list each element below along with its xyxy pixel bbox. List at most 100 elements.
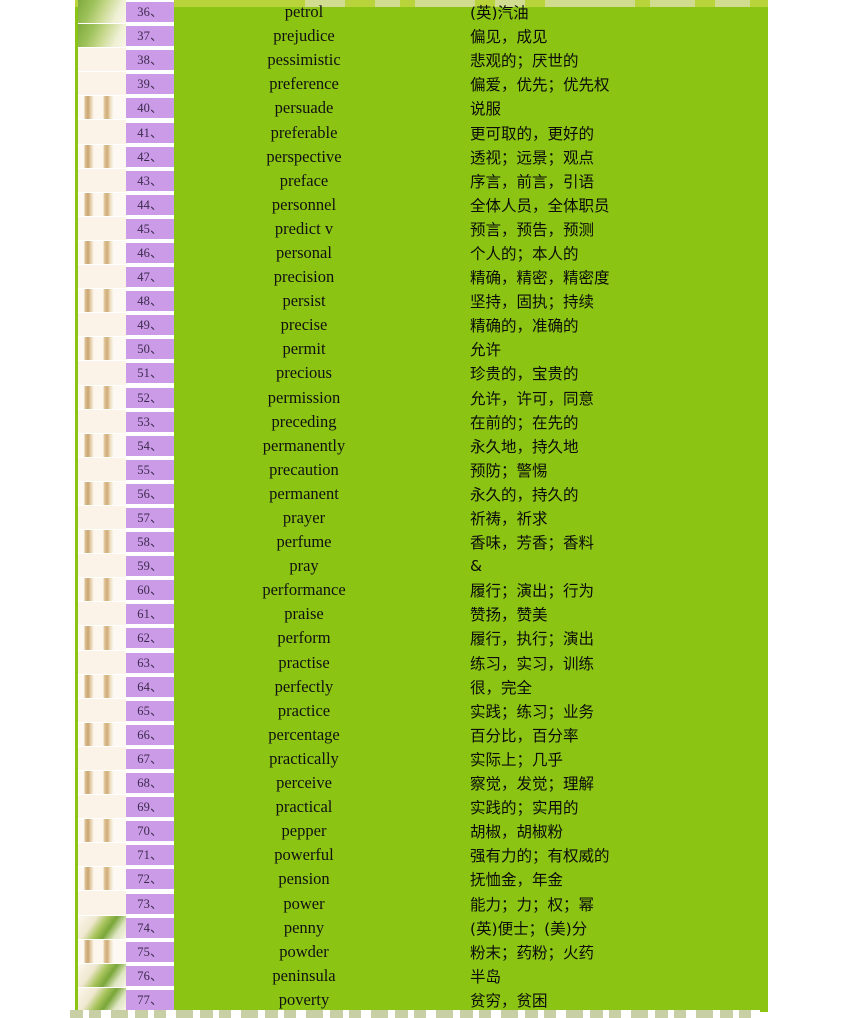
chinese-translation: 永久的，持久的 [470, 485, 579, 504]
chinese-translation: 偏见，成见 [470, 28, 548, 47]
index-number-badge: 72、 [126, 869, 174, 890]
index-number-badge: 42、 [126, 146, 174, 167]
english-word: practice [277, 700, 331, 720]
bamboo-photo-cell [78, 240, 126, 266]
english-word: praise [284, 604, 324, 624]
bamboo-photo-cell [78, 385, 126, 410]
chinese-translation: 练习，实习，训练 [470, 654, 595, 673]
bamboo-photo-image [78, 843, 126, 866]
english-word: perform [277, 628, 331, 648]
bamboo-photo-cell [78, 168, 126, 193]
index-number-cell: 50、 [126, 337, 174, 361]
bottom-strip-dash [154, 1010, 166, 1018]
bottom-strip-dash [219, 1010, 231, 1018]
bamboo-photo-image [78, 867, 126, 891]
vocabulary-row: permanently 永久地，持久地 [174, 434, 768, 458]
bamboo-photo-cell [78, 48, 126, 73]
index-number-cell: 67、 [126, 747, 174, 771]
bamboo-photo-cell [78, 120, 126, 145]
index-number-badge: 75、 [126, 941, 174, 962]
bottom-strip-dash [696, 1010, 713, 1018]
index-number-badge: 73、 [126, 893, 174, 914]
english-word: precision [273, 267, 335, 287]
bamboo-photo-image [78, 530, 126, 554]
index-number-badge: 70、 [126, 821, 174, 842]
index-number-column: 36、 37、 38、 39、 40、 41、 42、 43、 44、 45、 46、 47、 48、 4… [126, 0, 174, 1012]
bottom-strip-dash [544, 1010, 556, 1018]
bamboo-photo-cell [78, 457, 126, 482]
bottom-strip-dash [501, 1010, 518, 1018]
bamboo-photo-cell [78, 337, 126, 362]
english-word: persist [282, 291, 326, 311]
bamboo-photo-image [78, 289, 126, 313]
index-number-cell: 71、 [126, 843, 174, 867]
english-word: performance [262, 580, 346, 600]
index-number-badge: 40、 [126, 98, 174, 119]
index-number-cell: 41、 [126, 120, 174, 144]
bamboo-photo-image [78, 626, 126, 650]
bamboo-photo-image [78, 217, 126, 240]
index-number-cell: 73、 [126, 891, 174, 915]
chinese-translation: 预防；警惕 [470, 461, 548, 480]
bamboo-photo-image [78, 939, 126, 963]
bottom-strip-dash [436, 1010, 453, 1018]
bottom-decorative-strip [60, 1010, 760, 1018]
bamboo-photo-cell [78, 505, 126, 531]
english-word: poverty [278, 989, 330, 1009]
bamboo-photo-cell [78, 361, 126, 386]
vocabulary-row: pension 抚恤金，年金 [174, 867, 768, 891]
chinese-translation: 珍贵的，宝贵的 [470, 365, 579, 384]
index-number-cell: 53、 [126, 410, 174, 434]
bamboo-photo-cell [78, 795, 126, 820]
bottom-strip-dash [525, 1010, 538, 1018]
english-word: practically [269, 748, 339, 768]
english-word: pension [278, 869, 330, 889]
vocabulary-row: practise 练习，实习，训练 [174, 651, 768, 675]
index-number-badge: 47、 [126, 267, 174, 288]
index-number-cell: 46、 [126, 241, 174, 265]
index-number-badge: 49、 [126, 315, 174, 336]
index-number-badge: 64、 [126, 676, 174, 697]
index-number-badge: 41、 [126, 122, 174, 143]
vocabulary-row: performance 履行；演出；行为 [174, 578, 768, 602]
bamboo-photo-image [78, 747, 126, 770]
bottom-strip-dash [739, 1010, 751, 1018]
vocabulary-row: precise 精确的，准确的 [174, 313, 768, 337]
index-number-badge: 57、 [126, 508, 174, 529]
bottom-strip-dash [111, 1010, 128, 1018]
index-number-cell: 61、 [126, 602, 174, 626]
index-number-cell: 45、 [126, 217, 174, 241]
english-word: precious [276, 363, 332, 383]
index-number-cell: 37、 [126, 24, 174, 48]
english-word: preceding [271, 411, 337, 431]
chinese-translation: 说服 [470, 100, 502, 119]
bottom-strip-dash [674, 1010, 686, 1018]
vocabulary-row: peninsula 半岛 [174, 964, 768, 988]
vocabulary-row: practice 实践；练习；业务 [174, 699, 768, 723]
vocabulary-row: personal 个人的；本人的 [174, 241, 768, 265]
chinese-translation: 实际上；几乎 [470, 750, 564, 769]
index-number-badge: 48、 [126, 291, 174, 312]
vocabulary-row: poverty 贫穷，贫困 [174, 988, 768, 1012]
bottom-strip-dash [241, 1010, 258, 1018]
bamboo-photo-cell [78, 481, 126, 506]
bamboo-photo-cell [78, 72, 126, 97]
english-word: perfectly [274, 676, 334, 696]
english-word: powder [279, 941, 329, 961]
index-number-cell: 72、 [126, 867, 174, 891]
english-word: preference [269, 74, 339, 94]
bamboo-photo-image [78, 506, 126, 529]
index-number-badge: 76、 [126, 965, 174, 986]
bamboo-photo-image [78, 433, 126, 457]
index-number-cell: 75、 [126, 940, 174, 964]
vocabulary-row: pessimistic 悲观的；厌世的 [174, 48, 768, 72]
index-number-badge: 61、 [126, 604, 174, 625]
index-number-cell: 74、 [126, 916, 174, 940]
index-number-badge: 67、 [126, 748, 174, 769]
index-number-cell: 51、 [126, 361, 174, 385]
index-number-cell: 56、 [126, 482, 174, 506]
chinese-translation: (英)汽油 [470, 4, 529, 23]
vocabulary-row: pray & [174, 554, 768, 578]
english-word: prejudice [273, 26, 335, 46]
chinese-translation: 更可取的，更好的 [470, 124, 595, 143]
